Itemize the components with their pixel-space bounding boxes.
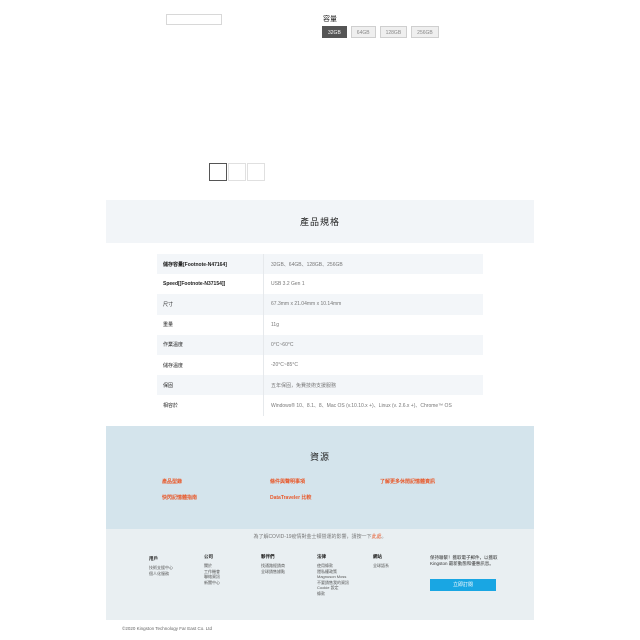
footer-link[interactable]: 個人化服務 [149,571,173,577]
footer-link[interactable]: 條款 [317,591,349,597]
footer-col-partners: 夥伴們 找通路經銷商 全球銷售據點 [261,554,285,574]
footer: 為了解COVID-19疫情對金士頓營運的影響，請按一下此處。 用戶 技術支援中心… [106,529,534,620]
spec-value: 0°C~60°C [271,341,294,348]
capacity-label: 容量 [323,16,337,23]
spec-key: 作業溫度 [157,334,264,355]
spec-key: 重量 [157,314,264,335]
footer-col-users: 用戶 技術支援中心 個人化服務 [149,556,173,576]
spec-header-band: 產品規格 [106,200,534,243]
capacity-option-64gb[interactable]: 64GB [350,26,376,38]
spec-key: 儲存溫度 [157,354,264,376]
spec-row: 儲存溫度 -20°C~85°C [157,354,483,376]
footer-col-site: 網站 全球語系 [373,554,389,569]
footer-col-heading: 網站 [373,554,382,559]
subscribe-text: 保持聯繫！獲取電子郵件，以獲取 Kingston 最新動態和優惠訊息。 [430,555,498,566]
resource-link-catalog[interactable]: 產品型錄 [162,478,182,485]
footer-link[interactable]: 技術支援中心 [149,565,173,571]
spec-key: 儲存容量[Footnote-N47164] [157,254,264,275]
footer-col-heading: 法律 [317,554,326,559]
resource-link-more-memory[interactable]: 了解更多休閒記憶體資訊 [380,478,435,485]
thumbnail-1[interactable] [209,163,227,181]
top-input-field[interactable] [166,14,222,25]
footer-link[interactable]: 聯絡資訊 [204,574,220,580]
covid-notice: 為了解COVID-19疫情對金士頓營運的影響，請按一下此處。 [253,534,387,540]
footer-link[interactable]: 找通路經銷商 [261,563,285,569]
resources-title: 資源 [309,452,330,462]
footer-link[interactable]: 全球銷售據點 [261,569,285,575]
footer-link[interactable]: 全球語系 [373,563,389,569]
spec-table: 儲存容量[Footnote-N47164] 32GB、64GB、128GB、256… [157,254,483,416]
thumbnail-3[interactable] [247,163,265,181]
footer-col-heading: 公司 [204,554,213,559]
spec-key: 相容於 [157,395,264,416]
product-thumbnails [209,163,266,181]
capacity-options: 32GB 64GB 128GB 256GB [322,26,439,38]
spec-value: 32GB、64GB、128GB、256GB [271,261,343,268]
spec-value: Windows® 10、8.1、8、Mac OS (v.10.10.x +)、L… [271,402,452,409]
footer-col-company: 公司 關於 工作機會 聯絡資訊 新聞中心 [204,554,220,585]
copyright: ©2020 Kingston Technology Far East Co. L… [122,626,213,631]
spec-value: 67.3mm x 21.04mm x 10.14mm [271,301,342,308]
spec-key: Speed[[Footnote-N37154]] [157,274,264,295]
footer-link[interactable]: Magnuson Moss [317,574,349,580]
resource-link-flash-guide[interactable]: 快閃記憶體指南 [162,494,197,501]
spec-title: 產品規格 [299,217,340,227]
footer-col-heading: 夥伴們 [261,554,275,559]
spec-row: 儲存容量[Footnote-N47164] 32GB、64GB、128GB、256… [157,254,483,275]
covid-link[interactable]: 此處 [372,534,382,540]
spec-value: 五年保固，免費技術支援服務 [271,382,337,389]
subscribe-button[interactable]: 立即訂閱 [430,579,496,591]
footer-col-legal: 法律 使用條款 隱私權政策 Magnuson Moss 不要銷售我的資訊 Coo… [317,554,349,596]
spec-row: 相容於 Windows® 10、8.1、8、Mac OS (v.10.10.x +… [157,395,483,416]
thumbnail-2[interactable] [228,163,246,181]
spec-key: 保固 [157,375,264,396]
footer-col-heading: 用戶 [149,556,158,561]
capacity-option-128gb[interactable]: 128GB [379,26,408,38]
covid-text: 為了解COVID-19疫情對金士頓營運的影響，請按一下 [253,534,372,540]
spec-value: -20°C~85°C [271,362,298,369]
resource-link-terms[interactable]: 條件與聲明事項 [270,478,305,485]
capacity-option-32gb[interactable]: 32GB [322,26,347,38]
spec-row: 重量 11g [157,314,483,335]
spec-row: 保固 五年保固，免費技術支援服務 [157,375,483,396]
spec-key: 尺寸 [157,294,264,315]
spec-row: Speed[[Footnote-N37154]] USB 3.2 Gen 1 [157,274,483,295]
spec-row: 尺寸 67.3mm x 21.04mm x 10.14mm [157,294,483,315]
resource-link-dt-compare[interactable]: DataTraveler 比較 [270,494,311,501]
spec-row: 作業溫度 0°C~60°C [157,334,483,355]
spec-value: USB 3.2 Gen 1 [271,281,305,288]
resources-band: 資源 產品型錄 條件與聲明事項 了解更多休閒記憶體資訊 快閃記憶體指南 Data… [106,426,534,529]
footer-link[interactable]: 新聞中心 [204,580,220,586]
spec-value: 11g [271,321,279,328]
capacity-option-256gb[interactable]: 256GB [411,26,439,38]
